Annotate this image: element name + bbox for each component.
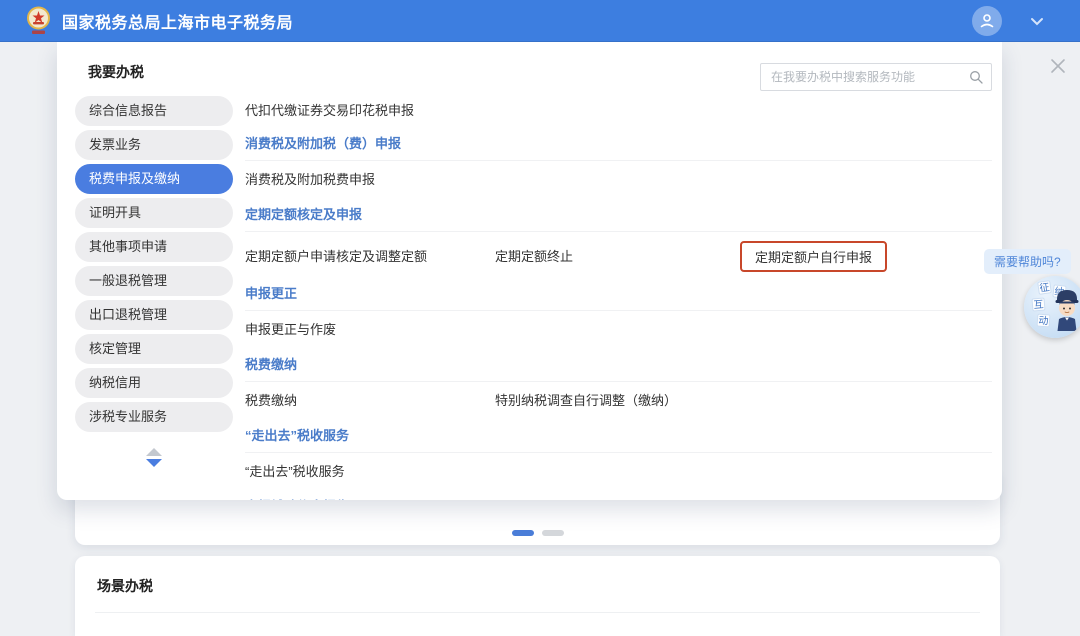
user-avatar[interactable] — [972, 6, 1002, 36]
search-icon[interactable] — [969, 70, 983, 84]
assistant-mascot-icon — [1050, 287, 1080, 333]
section-divider — [245, 452, 992, 453]
sidebar-scroll-arrows — [75, 448, 233, 467]
assistant-widget[interactable]: 征 纳 互 动 — [1024, 276, 1080, 338]
menu-item-consumption-tax-declaration[interactable]: 消费税及附加税费申报 — [245, 170, 495, 190]
header-actions — [972, 0, 1044, 42]
sidebar-item-tax-declaration-payment[interactable]: 税费申报及缴纳 — [75, 164, 233, 194]
search-input[interactable] — [760, 63, 992, 91]
section-title-declaration-correction[interactable]: 申报更正 — [245, 285, 992, 302]
national-emblem-logo — [25, 6, 52, 36]
section-divider — [245, 160, 992, 161]
sidebar-item-general-tax-refund[interactable]: 一般退税管理 — [75, 266, 233, 296]
menu-item-quota-termination[interactable]: 定期定额终止 — [495, 247, 740, 267]
section-title-tax-payment[interactable]: 税费缴纳 — [245, 356, 992, 373]
scene-card-title: 场景办税 — [75, 556, 1000, 596]
section-fixed-quota: 定期定额核定及申报 定期定额户申请核定及调整定额 定期定额终止 定期定额户自行申… — [245, 206, 992, 272]
top-header: 国家税务总局上海市电子税务局 — [0, 0, 1080, 42]
menu-item-tax-payment[interactable]: 税费缴纳 — [245, 391, 495, 411]
section-declaration-auxiliary-info: 申报辅助信息报告 — [245, 498, 992, 500]
search-row — [245, 42, 992, 91]
scroll-up-icon[interactable] — [146, 448, 162, 456]
sidebar-item-tax-professional-services[interactable]: 涉税专业服务 — [75, 402, 233, 432]
sidebar-item-certificate-issuance[interactable]: 证明开具 — [75, 198, 233, 228]
pagination-dot-active[interactable] — [512, 530, 534, 536]
close-icon[interactable] — [1048, 56, 1068, 76]
section-going-global: “走出去”税收服务 “走出去”税收服务 — [245, 427, 992, 482]
menu-item-stamp-tax-withholding[interactable]: 代扣代缴证券交易印花税申报 — [245, 101, 992, 119]
section-title-going-global[interactable]: “走出去”税收服务 — [245, 427, 992, 444]
sidebar-item-export-tax-refund[interactable]: 出口退税管理 — [75, 300, 233, 330]
menu-item-quota-self-declaration-highlighted[interactable]: 定期定额户自行申报 — [740, 241, 887, 272]
menu-overlay-panel: 我要办税 综合信息报告 发票业务 税费申报及缴纳 证明开具 其他事项申请 一般退… — [57, 42, 1002, 500]
sidebar-item-invoice-business[interactable]: 发票业务 — [75, 130, 233, 160]
section-tax-payment: 税费缴纳 税费缴纳 特别纳税调查自行调整（缴纳） — [245, 356, 992, 411]
section-title-declaration-auxiliary-info[interactable]: 申报辅助信息报告 — [245, 498, 992, 500]
menu-sidebar: 我要办税 综合信息报告 发票业务 税费申报及缴纳 证明开具 其他事项申请 一般退… — [75, 62, 233, 467]
assistant-badge-char: 互 — [1031, 297, 1045, 311]
chevron-down-icon[interactable] — [1030, 17, 1044, 26]
menu-content: 代扣代缴证券交易印花税申报 消费税及附加税（费）申报 消费税及附加税费申报 定期… — [245, 42, 992, 500]
section-divider — [245, 310, 992, 311]
sidebar-item-tax-credit[interactable]: 纳税信用 — [75, 368, 233, 398]
site-title: 国家税务总局上海市电子税务局 — [62, 9, 293, 33]
menu-item-quota-apply-adjust[interactable]: 定期定额户申请核定及调整定额 — [245, 247, 495, 267]
section-title-fixed-quota[interactable]: 定期定额核定及申报 — [245, 206, 992, 223]
sidebar-item-other-applications[interactable]: 其他事项申请 — [75, 232, 233, 262]
sidebar-item-comprehensive-info-report[interactable]: 综合信息报告 — [75, 96, 233, 126]
menu-item-correction-void[interactable]: 申报更正与作废 — [245, 320, 495, 340]
sidebar-item-assessment-management[interactable]: 核定管理 — [75, 334, 233, 364]
section-divider — [245, 231, 992, 232]
pagination — [75, 530, 1000, 536]
pagination-dot[interactable] — [542, 530, 564, 536]
menu-item-special-tax-adjustment-payment[interactable]: 特别纳税调查自行调整（缴纳） — [495, 391, 740, 411]
scene-card-divider — [95, 612, 980, 613]
section-title-consumption-tax[interactable]: 消费税及附加税（费）申报 — [245, 135, 992, 152]
assistant-badge-char: 动 — [1037, 314, 1051, 328]
menu-item-going-global-service[interactable]: “走出去”税收服务 — [245, 462, 495, 482]
section-declaration-correction: 申报更正 申报更正与作废 — [245, 285, 992, 340]
sidebar-title: 我要办税 — [75, 62, 233, 82]
person-icon — [978, 12, 996, 30]
section-consumption-tax: 消费税及附加税（费）申报 消费税及附加税费申报 — [245, 135, 992, 190]
assistant-tooltip: 需要帮助吗? — [984, 249, 1071, 274]
search-box — [760, 63, 992, 91]
scroll-down-icon[interactable] — [146, 459, 162, 467]
section-divider — [245, 381, 992, 382]
scene-tax-card: 场景办税 — [75, 556, 1000, 636]
